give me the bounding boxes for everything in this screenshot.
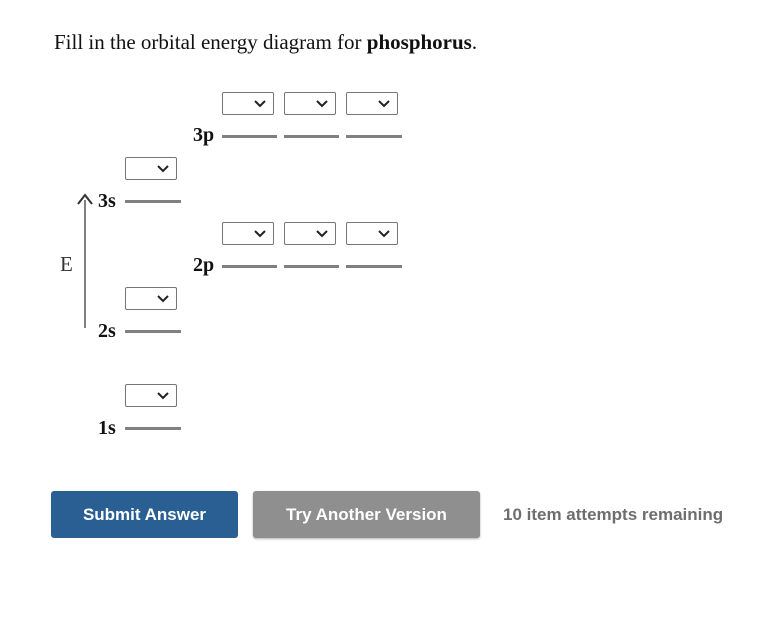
orbital-select-2s[interactable] <box>125 287 177 310</box>
arrow-up-icon <box>77 193 93 205</box>
orbital-select-3p-1[interactable] <box>222 92 274 115</box>
chevron-down-icon <box>254 100 266 108</box>
submit-answer-button[interactable]: Submit Answer <box>51 491 238 538</box>
chevron-down-icon <box>316 230 328 238</box>
orbital-line-3p-2 <box>284 135 339 138</box>
orbital-label-1s: 1s <box>98 417 116 439</box>
try-another-version-button[interactable]: Try Another Version <box>253 491 480 538</box>
orbital-select-2p-1[interactable] <box>222 222 274 245</box>
orbital-line-3p-1 <box>222 135 277 138</box>
orbital-line-2p-3 <box>346 265 402 268</box>
chevron-down-icon <box>378 230 390 238</box>
orbital-label-2s: 2s <box>98 320 116 342</box>
orbital-select-2p-3[interactable] <box>346 222 398 245</box>
orbital-line-2p-1 <box>222 265 277 268</box>
orbital-select-1s[interactable] <box>125 384 177 407</box>
question-prompt: Fill in the orbital energy diagram for p… <box>54 30 477 55</box>
orbital-label-3p: 3p <box>193 124 215 146</box>
energy-axis <box>84 200 86 328</box>
attempts-remaining: 10 item attempts remaining <box>503 505 724 524</box>
chevron-down-icon <box>157 165 169 173</box>
orbital-label-2p: 2p <box>193 254 215 276</box>
chevron-down-icon <box>254 230 266 238</box>
orbital-select-2p-2[interactable] <box>284 222 336 245</box>
orbital-select-3p-3[interactable] <box>346 92 398 115</box>
orbital-label-3s: 3s <box>98 190 116 212</box>
element-name: phosphorus <box>366 30 472 54</box>
orbital-line-2s <box>125 330 181 333</box>
chevron-down-icon <box>157 392 169 400</box>
prompt-text: Fill in the orbital energy diagram for <box>54 30 367 54</box>
orbital-line-1s <box>125 427 181 430</box>
orbital-select-3p-2[interactable] <box>284 92 336 115</box>
chevron-down-icon <box>316 100 328 108</box>
orbital-line-3s <box>125 200 181 203</box>
energy-axis-label: E <box>60 252 73 276</box>
orbital-select-3s[interactable] <box>125 157 177 180</box>
orbital-line-3p-3 <box>346 135 402 138</box>
chevron-down-icon <box>157 295 169 303</box>
prompt-suffix: . <box>471 30 478 54</box>
orbital-line-2p-2 <box>284 265 339 268</box>
chevron-down-icon <box>378 100 390 108</box>
